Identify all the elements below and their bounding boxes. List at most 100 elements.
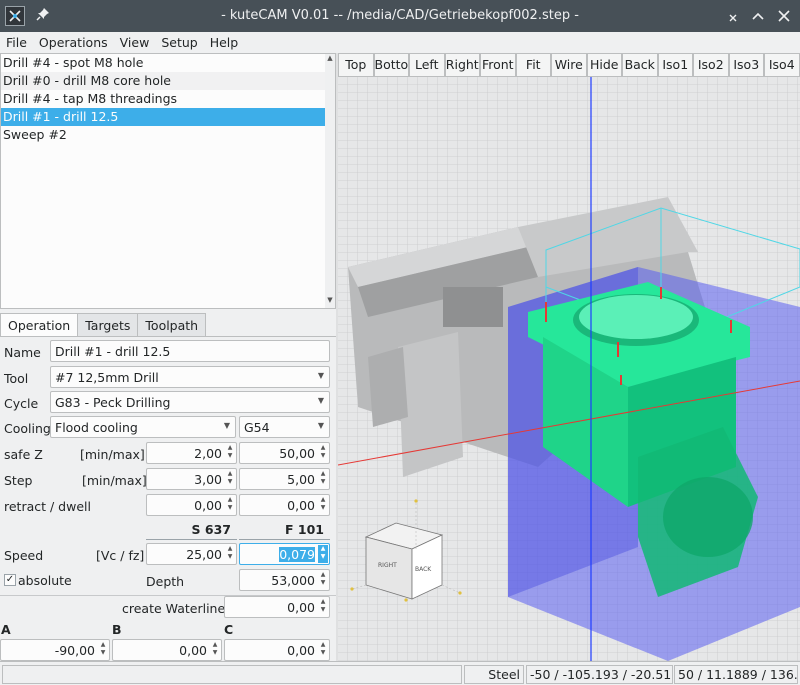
- view-fit-button[interactable]: Fit: [515, 53, 551, 77]
- operations-scrollbar[interactable]: ▲ ▼: [325, 54, 335, 308]
- cycle-select[interactable]: G83 - Peck Drilling ▼: [50, 391, 330, 413]
- spin-arrows-icon[interactable]: ▲ ▼: [225, 496, 235, 514]
- view-front-button[interactable]: Front: [480, 53, 516, 77]
- maximize-icon[interactable]: [748, 6, 768, 26]
- operation-item[interactable]: Drill #4 - tap M8 threadings: [1, 90, 326, 108]
- depth-label: Depth: [146, 574, 185, 589]
- cooling-select[interactable]: Flood cooling ▼: [50, 416, 236, 438]
- step-label: Step: [4, 473, 33, 488]
- spin-arrows-icon[interactable]: ▲ ▼: [318, 545, 328, 563]
- operation-item[interactable]: Sweep #2: [1, 126, 326, 144]
- menu-operations[interactable]: Operations: [33, 32, 114, 53]
- spindle-speed-readout: S 637: [146, 518, 237, 540]
- axis-a-label: A: [1, 622, 11, 637]
- vc-input[interactable]: 25,00 ▲ ▼: [146, 543, 237, 565]
- menu-help[interactable]: Help: [204, 32, 245, 53]
- retract-input[interactable]: 0,00 ▲ ▼: [146, 494, 237, 516]
- waterline-input[interactable]: 0,00 ▲ ▼: [224, 596, 330, 618]
- absolute-label: absolute: [18, 573, 72, 588]
- status-bar: Steel -50 / -105.193 / -20.5176 50 / 11.…: [0, 661, 800, 685]
- tool-label: Tool: [4, 371, 29, 386]
- menu-view[interactable]: View: [114, 32, 156, 53]
- safez-unit: [min/max]: [80, 447, 145, 462]
- tab-operation[interactable]: Operation: [0, 313, 79, 337]
- view-iso1-button[interactable]: Iso1: [657, 53, 693, 77]
- spin-arrows-icon[interactable]: ▲ ▼: [225, 470, 235, 488]
- axis-c-input[interactable]: 0,00 ▲ ▼: [224, 639, 330, 661]
- spin-arrows-icon[interactable]: ▲ ▼: [318, 444, 328, 462]
- help-icon[interactable]: [723, 6, 743, 26]
- spin-arrows-icon[interactable]: ▲ ▼: [318, 496, 328, 514]
- operation-item[interactable]: Drill #4 - spot M8 hole: [1, 54, 326, 72]
- axis-b-input[interactable]: 0,00 ▲ ▼: [112, 639, 222, 661]
- operations-list[interactable]: Drill #4 - spot M8 hole Drill #0 - drill…: [0, 53, 336, 309]
- scroll-up-icon[interactable]: ▲: [325, 54, 335, 66]
- spin-arrows-icon[interactable]: ▲ ▼: [318, 470, 328, 488]
- safez-max-input[interactable]: 50,00 ▲ ▼: [239, 442, 330, 464]
- spin-arrows-icon[interactable]: ▲ ▼: [318, 571, 328, 589]
- step-max-input[interactable]: 5,00 ▲ ▼: [239, 468, 330, 490]
- tab-toolpath[interactable]: Toolpath: [137, 313, 207, 337]
- dwell-input[interactable]: 0,00 ▲ ▼: [239, 494, 330, 516]
- step-min-input[interactable]: 3,00 ▲ ▼: [146, 468, 237, 490]
- material-status: Steel: [464, 665, 524, 684]
- view-cube-back-label: BACK: [415, 566, 432, 573]
- absolute-checkbox[interactable]: ✓: [4, 574, 16, 586]
- safez-label: safe Z: [4, 447, 43, 462]
- wcs-select[interactable]: G54 ▼: [239, 416, 330, 438]
- chevron-down-icon: ▼: [317, 396, 324, 405]
- fz-input[interactable]: 0,079 ▲ ▼: [239, 543, 330, 565]
- axis-a-input[interactable]: -90,00 ▲ ▼: [0, 639, 110, 661]
- spin-arrows-icon[interactable]: ▲ ▼: [318, 598, 328, 616]
- name-label: Name: [4, 345, 41, 360]
- spin-arrows-icon[interactable]: ▲ ▼: [225, 444, 235, 462]
- menu-bar: File Operations View Setup Help: [0, 32, 800, 53]
- view-toolbar: Top Botton Left Right Front Fit Wire Hid…: [338, 53, 800, 77]
- chevron-down-icon: ▼: [223, 421, 230, 430]
- spin-arrows-icon[interactable]: ▲ ▼: [318, 641, 328, 659]
- waterline-label: create Waterline: [122, 601, 226, 616]
- view-back-button[interactable]: Back: [622, 53, 658, 77]
- spin-arrows-icon[interactable]: ▲ ▼: [210, 641, 220, 659]
- menu-setup[interactable]: Setup: [155, 32, 203, 53]
- view-hide-button[interactable]: Hide: [586, 53, 622, 77]
- 3d-scene: RIGHT BACK: [338, 77, 800, 661]
- axis-b-label: B: [112, 622, 122, 637]
- status-message: [2, 665, 462, 684]
- coords-status-1: -50 / -105.193 / -20.5176: [526, 665, 673, 684]
- spin-arrows-icon[interactable]: ▲ ▼: [225, 545, 235, 563]
- step-unit: [min/max]: [82, 473, 147, 488]
- tool-select[interactable]: #7 12,5mm Drill ▼: [50, 366, 330, 388]
- view-right-button[interactable]: Right: [444, 53, 480, 77]
- view-bottom-button[interactable]: Botton: [373, 53, 409, 77]
- view-iso2-button[interactable]: Iso2: [693, 53, 729, 77]
- menu-file[interactable]: File: [0, 32, 33, 53]
- spin-arrows-icon[interactable]: ▲ ▼: [98, 641, 108, 659]
- speed-label: Speed: [4, 548, 44, 563]
- window-title: - kuteCAM V0.01 -- /media/CAD/Getriebeko…: [221, 8, 579, 23]
- name-input[interactable]: Drill #1 - drill 12.5: [50, 340, 330, 362]
- cycle-label: Cycle: [4, 396, 39, 411]
- speed-unit: [Vc / fz]: [96, 548, 145, 563]
- view-left-button[interactable]: Left: [409, 53, 445, 77]
- operation-item-selected[interactable]: Drill #1 - drill 12.5: [1, 108, 326, 126]
- view-iso3-button[interactable]: Iso3: [728, 53, 764, 77]
- coords-status-2: 50 / 11.1889 / 136.54: [674, 665, 798, 684]
- chevron-down-icon: ▼: [317, 421, 324, 430]
- retract-label: retract / dwell: [4, 499, 91, 514]
- safez-min-input[interactable]: 2,00 ▲ ▼: [146, 442, 237, 464]
- feed-rate-readout: F 101: [239, 518, 330, 540]
- view-cube-right-label: RIGHT: [378, 562, 397, 569]
- close-icon[interactable]: [774, 6, 794, 26]
- view-iso4-button[interactable]: Iso4: [764, 53, 800, 77]
- tab-targets[interactable]: Targets: [77, 313, 139, 337]
- operation-item[interactable]: Drill #0 - drill M8 core hole: [1, 72, 326, 90]
- 3d-viewport[interactable]: RIGHT BACK: [338, 77, 800, 661]
- view-top-button[interactable]: Top: [338, 53, 374, 77]
- operation-form: Name Drill #1 - drill 12.5 Tool #7 12,5m…: [0, 336, 336, 661]
- depth-input[interactable]: 53,000 ▲ ▼: [239, 569, 330, 591]
- view-wire-button[interactable]: Wire: [551, 53, 587, 77]
- scroll-down-icon[interactable]: ▼: [325, 296, 335, 308]
- title-bar: - kuteCAM V0.01 -- /media/CAD/Getriebeko…: [0, 0, 800, 32]
- chevron-down-icon: ▼: [317, 371, 324, 380]
